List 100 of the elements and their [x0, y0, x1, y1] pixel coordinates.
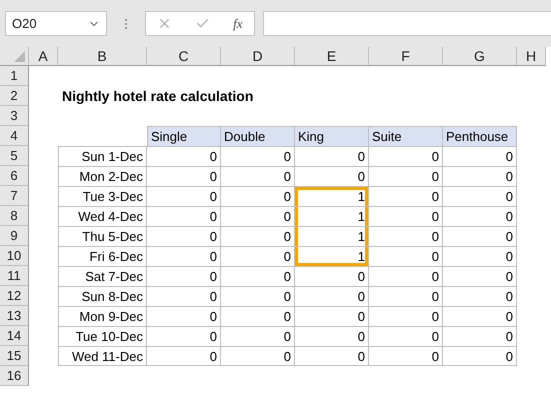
value-cell: 0: [369, 266, 443, 286]
date-cell: Sat 7-Dec: [58, 266, 147, 286]
column-label: King: [295, 126, 369, 146]
value-cell: 0: [369, 326, 443, 346]
date-cell: Mon 9-Dec: [58, 306, 147, 326]
value-cell: 0: [295, 286, 369, 306]
value-cell: 0: [369, 206, 443, 226]
column-label: Single: [147, 126, 221, 146]
date-cell: Sun 8-Dec: [58, 286, 147, 306]
row-header[interactable]: 8: [0, 206, 29, 226]
row-header[interactable]: 9: [0, 226, 29, 246]
value-cell: 0: [295, 346, 369, 366]
date-cell: Mon 2-Dec: [58, 166, 147, 186]
row-header[interactable]: 5: [0, 146, 29, 166]
formula-input[interactable]: [263, 11, 551, 36]
value-cell: 0: [147, 206, 221, 226]
column-header[interactable]: D: [221, 47, 295, 66]
value-cell: 0: [369, 146, 443, 166]
select-all-icon[interactable]: [14, 51, 25, 62]
row-header[interactable]: 12: [0, 286, 29, 306]
value-cell: 0: [147, 246, 221, 266]
value-cell: 0: [369, 246, 443, 266]
column-header[interactable]: G: [443, 47, 517, 66]
value-cell: 0: [295, 326, 369, 346]
value-cell: 0: [147, 346, 221, 366]
drag-handle-icon: [125, 18, 127, 28]
value-cell: 0: [221, 226, 295, 246]
value-cell: 0: [221, 246, 295, 266]
value-cell: 0: [221, 146, 295, 166]
value-cell: 0: [443, 306, 517, 326]
row-header[interactable]: 14: [0, 326, 29, 346]
value-cell: 0: [369, 306, 443, 326]
value-cell: 0: [221, 346, 295, 366]
date-cell: Fri 6-Dec: [58, 246, 147, 266]
date-cell: Tue 3-Dec: [58, 186, 147, 206]
value-cell: 0: [443, 166, 517, 186]
value-cell: 0: [369, 286, 443, 306]
value-cell: 1: [295, 246, 369, 266]
value-cell: 0: [147, 146, 221, 166]
column-header[interactable]: B: [58, 47, 147, 66]
column-label: Suite: [369, 126, 443, 146]
value-cell: 0: [369, 226, 443, 246]
value-cell: 0: [443, 226, 517, 246]
row-header[interactable]: 1: [0, 66, 29, 86]
value-cell: 0: [221, 326, 295, 346]
value-cell: 0: [221, 266, 295, 286]
column-header[interactable]: A: [29, 47, 58, 66]
value-cell: 0: [443, 326, 517, 346]
row-header[interactable]: 2: [0, 86, 29, 106]
column-header[interactable]: F: [369, 47, 443, 66]
value-cell: 0: [147, 166, 221, 186]
name-box[interactable]: O20: [5, 11, 107, 36]
value-cell: 0: [443, 186, 517, 206]
row-header[interactable]: 7: [0, 186, 29, 206]
column-header[interactable]: E: [295, 47, 369, 66]
row-header[interactable]: 15: [0, 346, 29, 366]
date-cell: Tue 10-Dec: [58, 326, 147, 346]
column-label: Double: [221, 126, 295, 146]
row-header[interactable]: 3: [0, 106, 29, 126]
value-cell: 0: [221, 286, 295, 306]
value-cell: 1: [295, 226, 369, 246]
date-cell: Wed 4-Dec: [58, 206, 147, 226]
value-cell: 1: [295, 186, 369, 206]
value-cell: 0: [443, 206, 517, 226]
date-cell: Thu 5-Dec: [58, 226, 147, 246]
value-cell: 0: [443, 346, 517, 366]
value-cell: 0: [147, 286, 221, 306]
date-cell: Wed 11-Dec: [58, 346, 147, 366]
row-header[interactable]: 4: [0, 126, 29, 146]
value-cell: 0: [295, 166, 369, 186]
value-cell: 0: [221, 306, 295, 326]
insert-function-button[interactable]: fx: [233, 16, 243, 32]
row-header[interactable]: 16: [0, 366, 29, 386]
column-header[interactable]: H: [517, 47, 546, 66]
value-cell: 0: [369, 346, 443, 366]
value-cell: 1: [295, 206, 369, 226]
value-cell: 0: [221, 206, 295, 226]
row-header[interactable]: 10: [0, 246, 29, 266]
value-cell: 0: [221, 186, 295, 206]
value-cell: 0: [443, 246, 517, 266]
value-cell: 0: [147, 326, 221, 346]
column-header[interactable]: C: [147, 47, 221, 66]
value-cell: 0: [369, 186, 443, 206]
value-cell: 0: [147, 306, 221, 326]
value-cell: 0: [295, 266, 369, 286]
row-header[interactable]: 11: [0, 266, 29, 286]
date-cell: Sun 1-Dec: [58, 146, 147, 166]
row-header[interactable]: 6: [0, 166, 29, 186]
row-header[interactable]: 13: [0, 306, 29, 326]
sheet-title: Nightly hotel rate calculation: [61, 87, 254, 106]
value-cell: 0: [221, 166, 295, 186]
value-cell: 0: [443, 266, 517, 286]
value-cell: 0: [147, 186, 221, 206]
value-cell: 0: [295, 146, 369, 166]
value-cell: 0: [295, 306, 369, 326]
value-cell: 0: [369, 166, 443, 186]
value-cell: 0: [443, 286, 517, 306]
value-cell: 0: [147, 266, 221, 286]
value-cell: 0: [443, 146, 517, 166]
value-cell: 0: [147, 226, 221, 246]
